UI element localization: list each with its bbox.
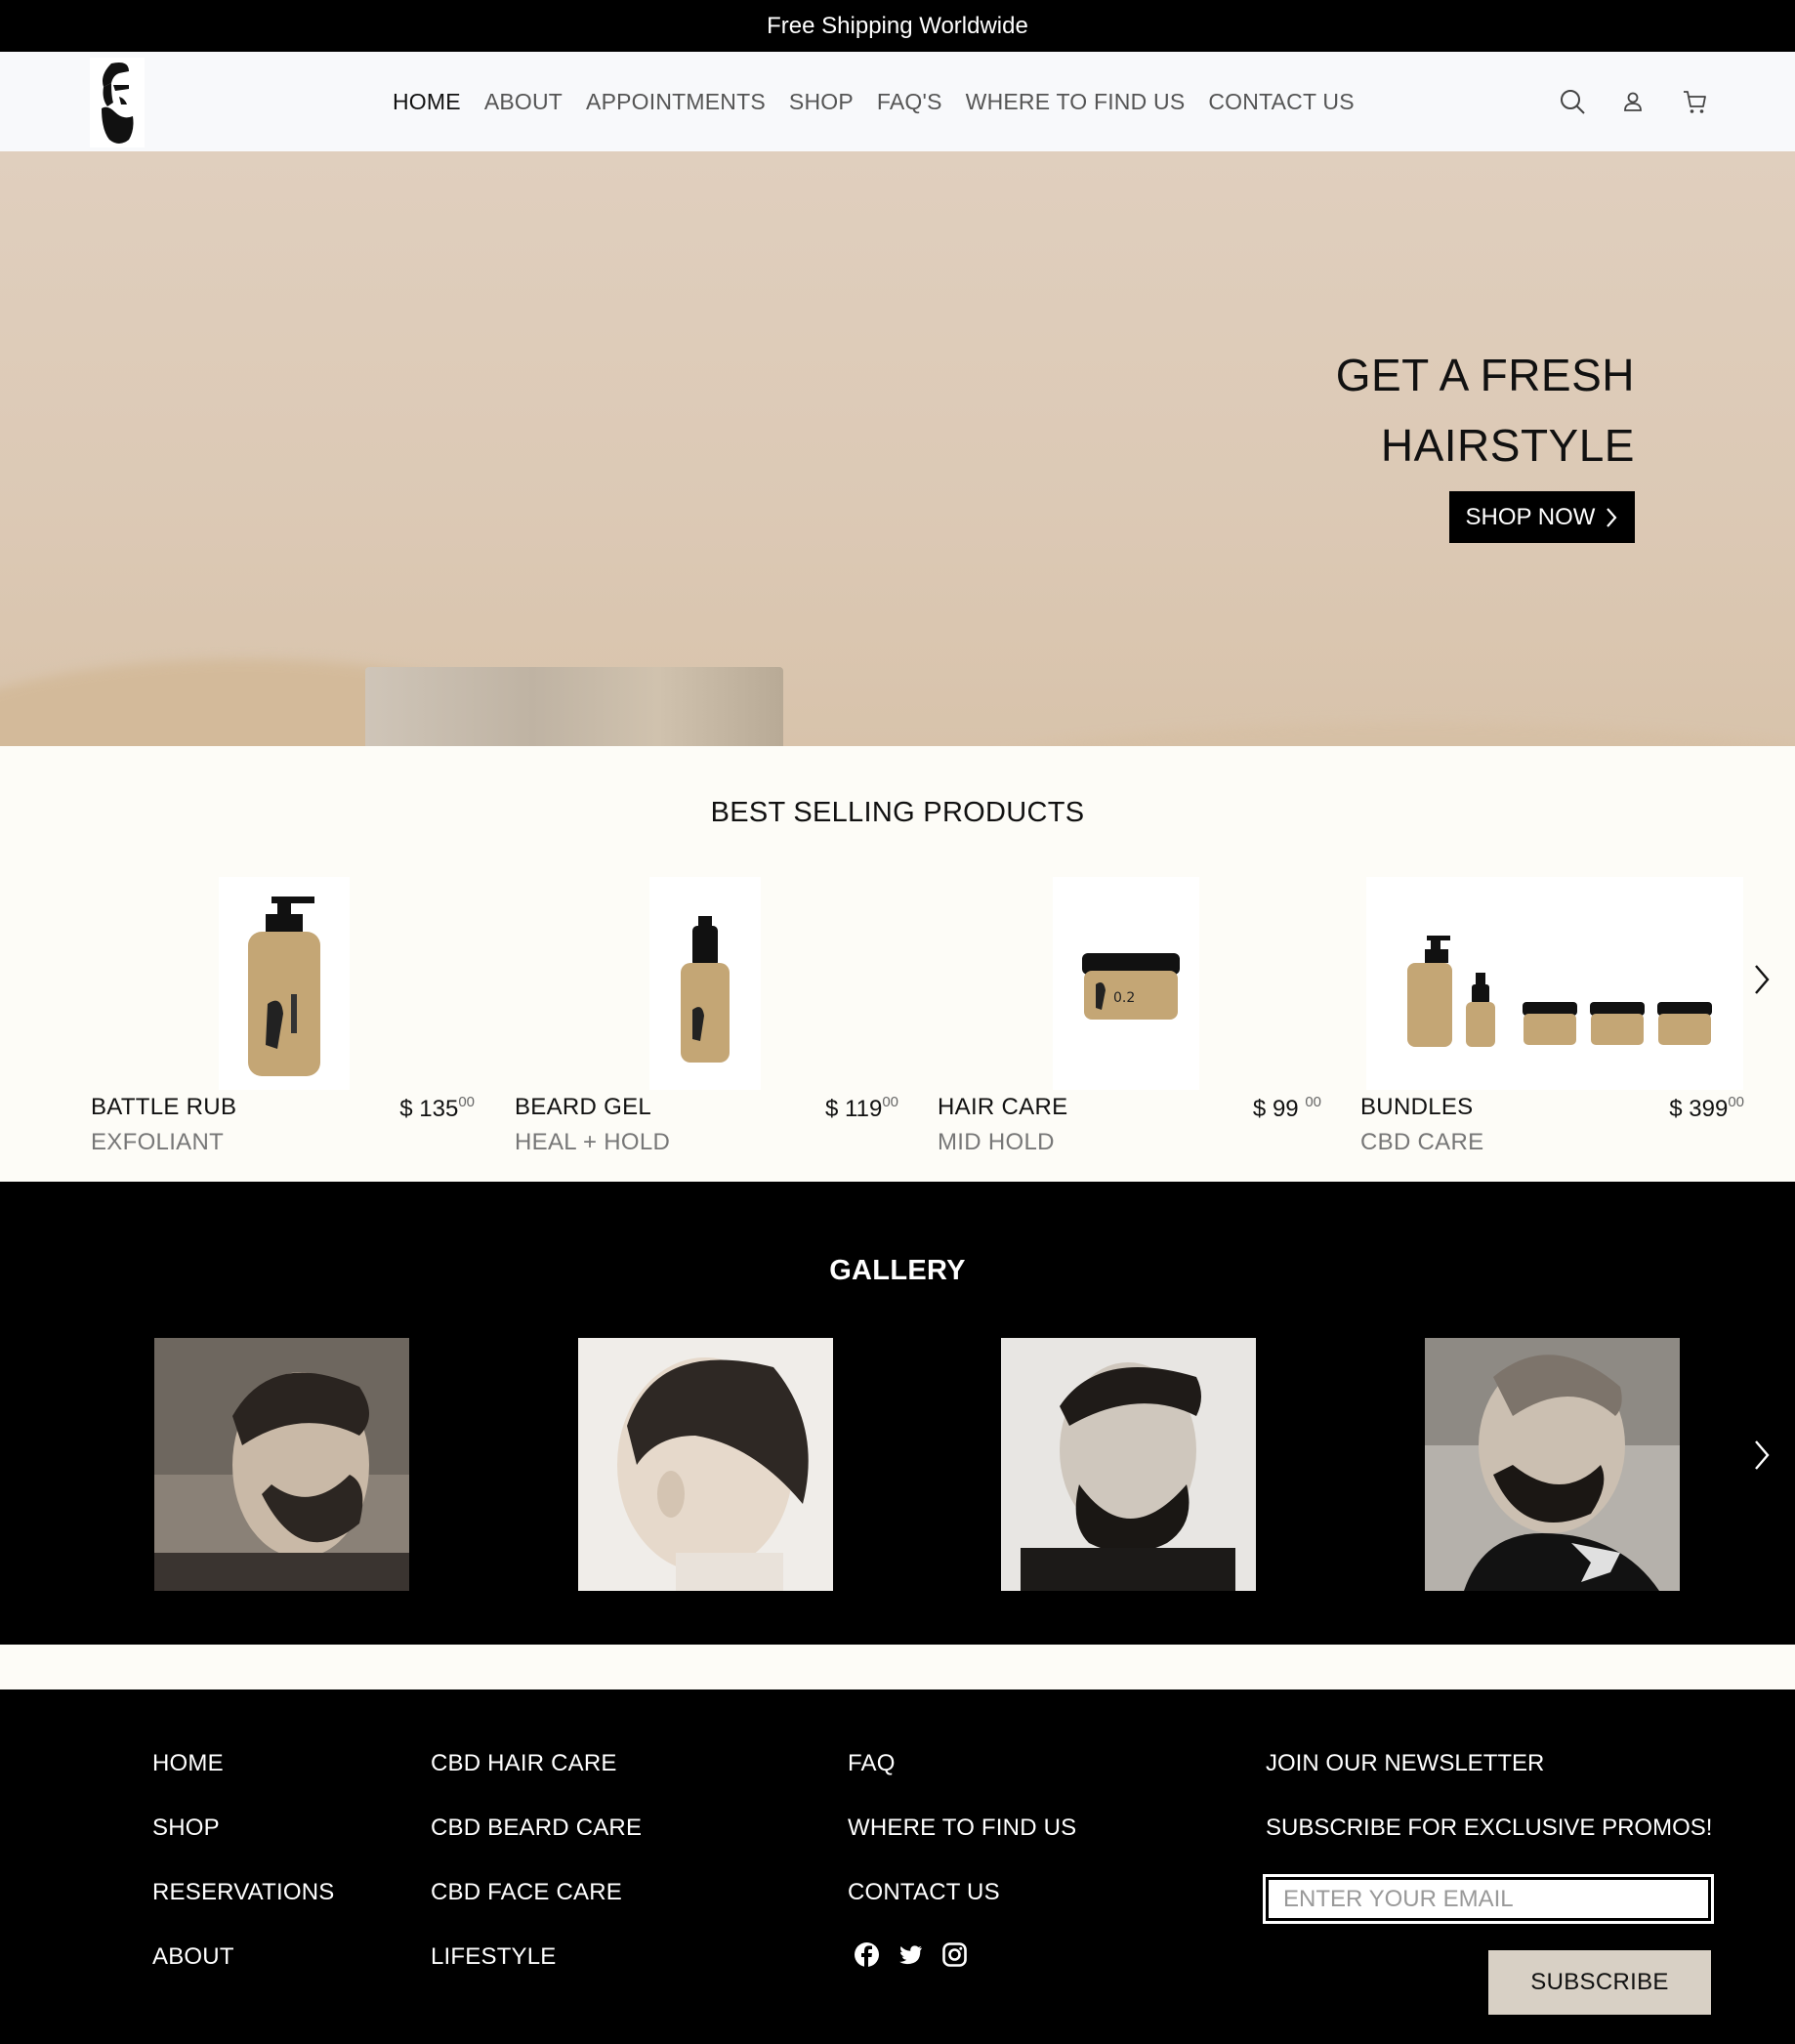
facebook-icon[interactable]: [854, 1941, 880, 1968]
barber-photo-2: [578, 1338, 833, 1591]
footer-col-support: FAQ WHERE TO FIND US CONTACT US: [848, 1750, 1076, 1943]
product-image-hair-care[interactable]: 0.2: [1053, 877, 1199, 1090]
footer-link-cbd-hair-care[interactable]: CBD HAIR CARE: [431, 1750, 642, 1815]
gallery-section: GALLERY: [0, 1182, 1795, 1645]
gallery-image-2[interactable]: [578, 1338, 833, 1591]
gallery-image-3[interactable]: [1001, 1338, 1256, 1591]
product-price: $ 13500: [399, 1094, 475, 1122]
newsletter-subtitle: SUBSCRIBE FOR EXCLUSIVE PROMOS!: [1266, 1815, 1713, 1841]
cart-icon[interactable]: [1681, 88, 1708, 115]
footer-link-shop[interactable]: SHOP: [152, 1815, 334, 1879]
newsletter-email-input[interactable]: [1263, 1874, 1714, 1924]
instagram-icon[interactable]: [941, 1941, 968, 1968]
nav-about[interactable]: ABOUT: [484, 89, 563, 115]
footer-link-cbd-face-care[interactable]: CBD FACE CARE: [431, 1879, 642, 1943]
hero-stone-pedestal: [365, 667, 783, 746]
footer-link-lifestyle[interactable]: LIFESTYLE: [431, 1943, 642, 2008]
search-icon[interactable]: [1559, 88, 1586, 115]
section-spacer: [0, 1645, 1795, 1689]
product-price: $ 99 00: [1252, 1094, 1321, 1122]
shop-now-button[interactable]: SHOP NOW: [1449, 491, 1635, 543]
product-subtitle: CBD CARE: [1360, 1129, 1484, 1155]
brand-logo[interactable]: [90, 58, 145, 147]
account-icon[interactable]: [1619, 88, 1647, 115]
best-selling-section: BEST SELLING PRODUCTS BATTLE RUB EXFOLIA…: [0, 746, 1795, 1182]
main-nav: HOME ABOUT APPOINTMENTS SHOP FAQ'S WHERE…: [393, 52, 1378, 151]
barber-photo-1: [154, 1338, 409, 1591]
nav-appointments[interactable]: APPOINTMENTS: [586, 89, 766, 115]
products-next-chevron-icon[interactable]: [1752, 963, 1772, 996]
product-name: BEARD GEL: [515, 1094, 652, 1120]
product-name: BATTLE RUB: [91, 1094, 237, 1120]
gallery-title: GALLERY: [829, 1255, 966, 1286]
hero-title: GET A FRESH HAIRSTYLE: [1336, 340, 1635, 480]
footer-link-home[interactable]: HOME: [152, 1750, 334, 1815]
newsletter-title: JOIN OUR NEWSLETTER: [1266, 1750, 1545, 1776]
product-price: $ 39900: [1669, 1094, 1744, 1122]
pomade-jar-image: 0.2: [1082, 953, 1180, 1020]
subscribe-button[interactable]: SUBSCRIBE: [1488, 1950, 1711, 2015]
barber-face-logo-icon: [102, 63, 134, 144]
product-subtitle: EXFOLIANT: [91, 1129, 225, 1155]
shop-now-label: SHOP NOW: [1465, 503, 1596, 530]
nav-faqs[interactable]: FAQ'S: [877, 89, 942, 115]
announcement-text: Free Shipping Worldwide: [767, 12, 1028, 39]
footer-link-cbd-beard-care[interactable]: CBD BEARD CARE: [431, 1815, 642, 1879]
barber-photo-3: [1001, 1338, 1256, 1591]
nav-where-to-find-us[interactable]: WHERE TO FIND US: [966, 89, 1186, 115]
product-card[interactable]: BUNDLES CBD CARE $ 39900: [1360, 877, 1744, 1160]
gallery-image-1[interactable]: [154, 1338, 409, 1591]
gallery-next-chevron-icon[interactable]: [1752, 1439, 1772, 1472]
hero-title-line1: GET A FRESH: [1335, 350, 1635, 400]
best-selling-title: BEST SELLING PRODUCTS: [710, 797, 1085, 828]
product-card[interactable]: 0.2 HAIR CARE MID HOLD $ 99 00: [938, 877, 1321, 1160]
product-image-battle-rub[interactable]: [219, 877, 350, 1090]
site-header: HOME ABOUT APPOINTMENTS SHOP FAQ'S WHERE…: [0, 52, 1795, 151]
footer-link-faq[interactable]: FAQ: [848, 1750, 1076, 1815]
nav-contact-us[interactable]: CONTACT US: [1208, 89, 1354, 115]
product-price: $ 11900: [825, 1094, 898, 1122]
chevron-right-icon: [1607, 507, 1617, 527]
footer-link-about[interactable]: ABOUT: [152, 1943, 334, 2008]
product-image-bundles[interactable]: [1366, 877, 1743, 1090]
twitter-icon[interactable]: [898, 1941, 924, 1968]
hero-title-line2: HAIRSTYLE: [1380, 420, 1635, 471]
footer-link-where-to-find-us[interactable]: WHERE TO FIND US: [848, 1815, 1076, 1879]
product-card[interactable]: BEARD GEL HEAL + HOLD $ 11900: [515, 877, 898, 1160]
svg-text:0.2: 0.2: [1113, 990, 1135, 1006]
serum-bottle-image: [681, 916, 730, 1063]
product-subtitle: MID HOLD: [938, 1129, 1055, 1155]
barber-photo-4: [1425, 1338, 1680, 1591]
footer-col-main: HOME SHOP RESERVATIONS ABOUT: [152, 1750, 334, 2008]
product-image-beard-gel[interactable]: [649, 877, 761, 1090]
announcement-bar: Free Shipping Worldwide: [0, 0, 1795, 52]
product-name: HAIR CARE: [938, 1094, 1068, 1120]
footer-link-contact-us[interactable]: CONTACT US: [848, 1879, 1076, 1943]
social-links: [854, 1941, 968, 1968]
footer-col-products: CBD HAIR CARE CBD BEARD CARE CBD FACE CA…: [431, 1750, 642, 2008]
nav-home[interactable]: HOME: [393, 89, 461, 115]
gallery-image-4[interactable]: [1425, 1338, 1680, 1591]
nav-shop[interactable]: SHOP: [789, 89, 854, 115]
product-name: BUNDLES: [1360, 1094, 1474, 1120]
product-subtitle: HEAL + HOLD: [515, 1129, 671, 1155]
hero-sand-right: [977, 723, 1795, 746]
product-card[interactable]: BATTLE RUB EXFOLIANT $ 13500: [91, 877, 475, 1160]
site-footer: HOME SHOP RESERVATIONS ABOUT CBD HAIR CA…: [0, 1689, 1795, 2044]
footer-link-reservations[interactable]: RESERVATIONS: [152, 1879, 334, 1943]
pump-bottle-image: [248, 897, 320, 1076]
bundle-products-image: [1407, 936, 1712, 1047]
